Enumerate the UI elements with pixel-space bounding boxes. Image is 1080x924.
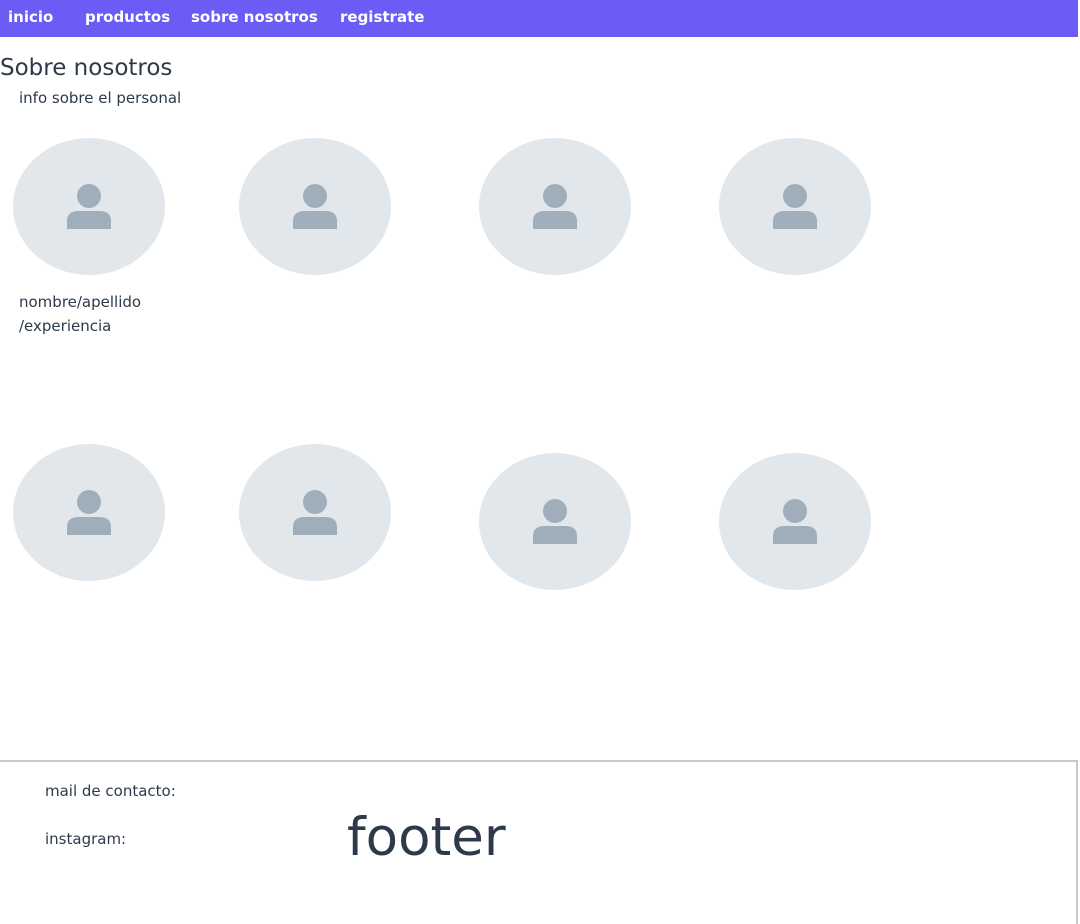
user-placeholder-icon [773,499,817,544]
footer-instagram-label: instagram: [45,830,127,848]
staff-avatar [13,444,165,581]
user-placeholder-icon [533,184,577,229]
nav-link-productos[interactable]: productos [85,7,170,27]
staff-avatar [479,138,631,275]
nav-link-registrate[interactable]: registrate [340,7,424,27]
page-title: Sobre nosotros [0,55,173,81]
member-caption-name: nombre/apellido [19,293,142,311]
member-caption: nombre/apellido /experiencia [19,290,179,338]
user-placeholder-icon [773,184,817,229]
footer-mail-label: mail de contacto: [45,782,176,800]
user-placeholder-icon [293,184,337,229]
staff-avatar [13,138,165,275]
top-navbar: inicio productos sobre nosotros registra… [0,0,1078,37]
staff-avatar [479,453,631,590]
staff-avatar [239,138,391,275]
nav-link-sobre-nosotros[interactable]: sobre nosotros [191,7,318,27]
staff-avatar [719,453,871,590]
user-placeholder-icon [533,499,577,544]
user-placeholder-icon [293,490,337,535]
staff-avatar [719,138,871,275]
user-placeholder-icon [67,490,111,535]
page-footer: mail de contacto: instagram: footer [0,760,1078,924]
footer-title: footer [347,807,506,868]
user-placeholder-icon [67,184,111,229]
staff-avatar [239,444,391,581]
nav-link-inicio[interactable]: inicio [8,7,53,27]
member-caption-experience: /experiencia [19,317,112,335]
page: inicio productos sobre nosotros registra… [0,0,1080,924]
page-subtitle: info sobre el personal [19,89,182,107]
